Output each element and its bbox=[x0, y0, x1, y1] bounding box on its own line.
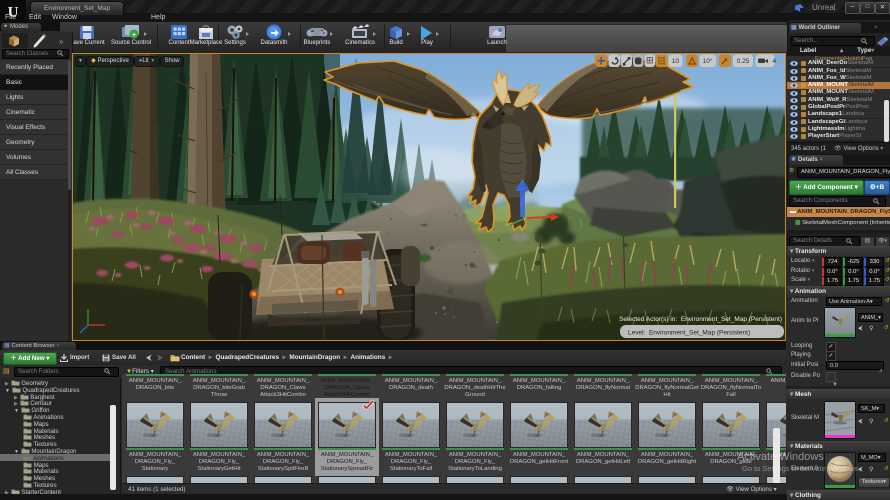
svg-text:+: + bbox=[132, 32, 136, 39]
svg-text:Level: Environment_Set_Map (P: Level: Environment_Set_Map (Persistent) bbox=[628, 330, 750, 337]
svg-text:Selected Actor(s) in: Environ: Selected Actor(s) in: Environment_Set_Ma… bbox=[619, 316, 782, 323]
svg-text:10: 10 bbox=[672, 58, 680, 65]
svg-text:10°: 10° bbox=[703, 57, 713, 65]
svg-text:»: » bbox=[59, 37, 64, 46]
svg-text:4: 4 bbox=[773, 58, 777, 65]
svg-text:0.25: 0.25 bbox=[737, 58, 750, 65]
